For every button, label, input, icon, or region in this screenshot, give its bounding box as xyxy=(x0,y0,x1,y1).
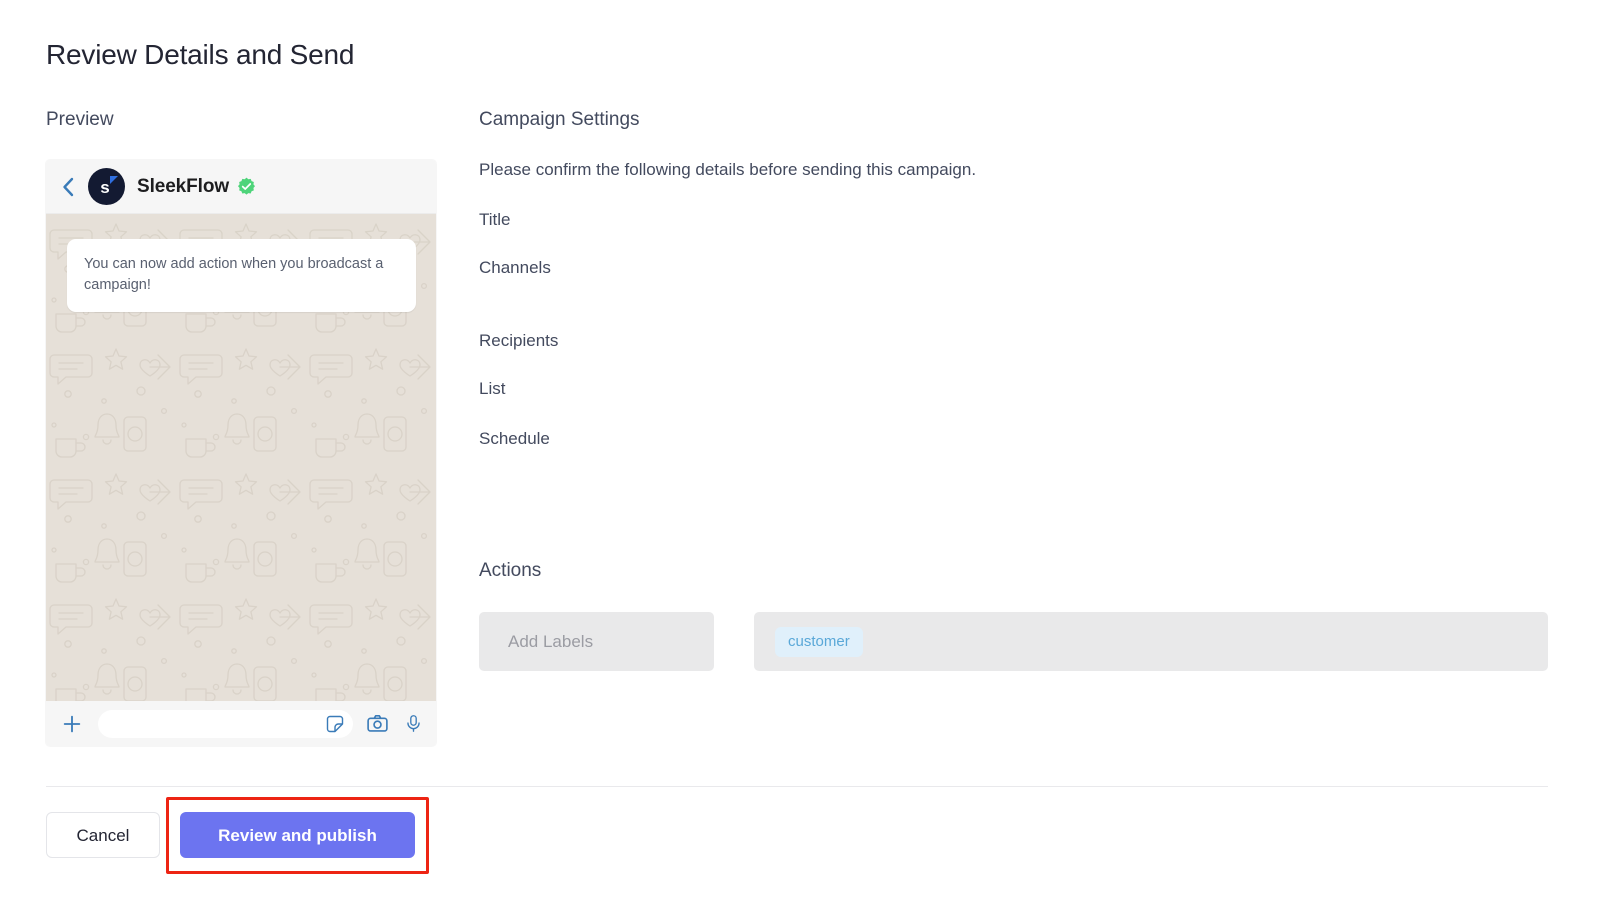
chevron-left-icon[interactable] xyxy=(54,173,82,201)
field-label-channels: Channels xyxy=(479,256,551,280)
composer-input-wrap[interactable] xyxy=(98,710,353,738)
whatsapp-preview-card: s SleekFlow xyxy=(46,160,436,746)
footer-divider xyxy=(46,786,1548,787)
whatsapp-preview-header: s SleekFlow xyxy=(46,160,436,214)
whatsapp-composer-bar xyxy=(46,701,436,746)
field-label-list: List xyxy=(479,377,505,401)
field-label-title: Title xyxy=(479,208,511,232)
avatar-triangle-accent xyxy=(110,176,118,184)
composer-input[interactable] xyxy=(112,710,325,738)
avatar: s xyxy=(88,168,125,205)
field-label-recipients: Recipients xyxy=(479,329,558,353)
account-name: SleekFlow xyxy=(137,176,229,198)
field-label-schedule: Schedule xyxy=(479,427,550,451)
actions-heading: Actions xyxy=(479,558,541,584)
selected-labels-box[interactable]: customer xyxy=(754,612,1548,671)
preview-message-bubble: You can now add action when you broadcas… xyxy=(67,239,416,312)
add-labels-field[interactable]: Add Labels xyxy=(479,612,714,671)
preview-heading: Preview xyxy=(46,107,114,133)
camera-icon[interactable] xyxy=(365,712,389,736)
plus-icon[interactable] xyxy=(60,712,84,736)
microphone-icon[interactable] xyxy=(403,712,423,736)
page-title: Review Details and Send xyxy=(46,36,354,74)
label-chip[interactable]: customer xyxy=(775,627,863,657)
avatar-letter: s xyxy=(100,179,109,196)
preview-message-text: You can now add action when you broadcas… xyxy=(84,254,400,296)
add-labels-placeholder: Add Labels xyxy=(508,630,593,654)
campaign-settings-heading: Campaign Settings xyxy=(479,107,640,133)
cancel-button[interactable]: Cancel xyxy=(46,812,160,858)
whatsapp-conversation-body: You can now add action when you broadcas… xyxy=(46,214,436,701)
sticker-icon[interactable] xyxy=(325,714,345,734)
campaign-settings-description: Please confirm the following details bef… xyxy=(479,158,976,182)
verified-badge-icon xyxy=(237,177,256,196)
review-and-publish-button[interactable]: Review and publish xyxy=(180,812,415,858)
review-details-and-send-page: Review Details and Send Preview s SleekF… xyxy=(0,0,1618,908)
